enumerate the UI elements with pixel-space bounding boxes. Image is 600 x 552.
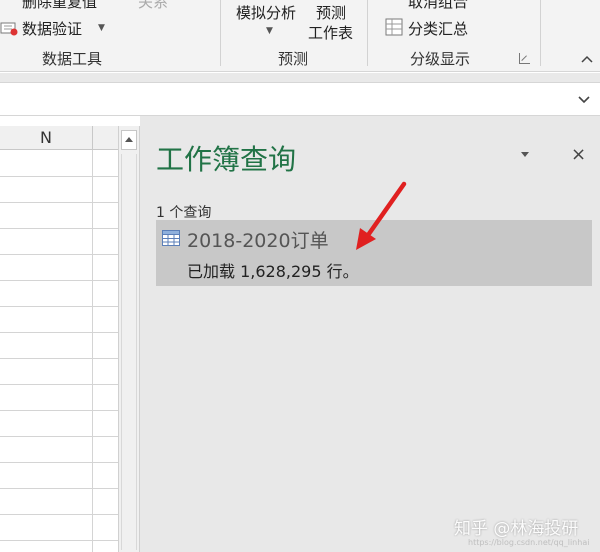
grid-line — [0, 514, 118, 515]
ribbon-gap — [0, 73, 600, 82]
outline-dialog-launcher-icon[interactable] — [519, 53, 530, 64]
grid-line — [0, 254, 118, 255]
grid-line — [0, 410, 118, 411]
forecast-group-label: 预测 — [278, 50, 309, 68]
what-if-analysis-button[interactable]: 模拟分析 — [236, 2, 296, 23]
grid-line — [0, 202, 118, 203]
grid-line — [0, 436, 118, 437]
vertical-scrollbar[interactable] — [118, 126, 140, 552]
data-tools-group-label: 数据工具 — [42, 50, 103, 68]
column-divider — [92, 126, 93, 150]
grid-line — [0, 358, 118, 359]
watermark-text: 知乎 @林海投研 — [454, 519, 579, 539]
relations-button[interactable]: 关系 — [138, 0, 168, 12]
workbook-queries-pane: 工作簿查询 × 1 个查询 2018-2020订单 已加载 1,628,295 … — [140, 116, 600, 552]
ribbon-separator — [540, 0, 541, 66]
grid-line — [0, 306, 118, 307]
subtotal-icon — [385, 18, 403, 36]
grid-line — [0, 176, 118, 177]
ribbon: 删除重复值 关系 数据验证 ▼ 数据工具 模拟分析 ▼ 预测 工作表 预测 取消… — [0, 0, 600, 72]
scrollbar-track[interactable] — [121, 154, 137, 550]
what-if-dropdown-icon[interactable]: ▼ — [266, 26, 273, 36]
data-validation-dropdown-icon[interactable]: ▼ — [98, 23, 105, 33]
formula-bar[interactable] — [0, 82, 600, 116]
ungroup-button[interactable]: 取消组合 — [408, 0, 468, 12]
grid-line — [0, 228, 118, 229]
subtotal-button[interactable]: 分类汇总 — [408, 18, 468, 39]
grid-line — [0, 488, 118, 489]
grid-line — [0, 384, 118, 385]
remove-duplicates-button[interactable]: 删除重复值 — [22, 0, 97, 12]
ribbon-separator — [220, 0, 221, 66]
red-arrow-annotation-icon — [356, 181, 407, 250]
grid-line — [0, 462, 118, 463]
collapse-ribbon-icon[interactable] — [580, 52, 594, 66]
data-validation-icon — [0, 22, 18, 36]
grid-line — [0, 540, 118, 541]
grid-line — [0, 280, 118, 281]
column-header-row: N — [0, 126, 118, 150]
worksheet-grid[interactable]: N — [0, 126, 118, 552]
expand-formula-bar-icon[interactable] — [576, 91, 592, 107]
column-header-n[interactable]: N — [0, 128, 92, 147]
grid-line — [92, 150, 93, 552]
ribbon-separator — [367, 0, 368, 66]
data-validation-button[interactable]: 数据验证 — [22, 18, 82, 39]
watermark-url: https://blog.csdn.net/qq_linhai — [468, 538, 590, 547]
forecast-sheet-button[interactable]: 预测 — [316, 2, 346, 23]
grid-line — [0, 332, 118, 333]
outline-group-label: 分级显示 — [410, 50, 471, 68]
forecast-sheet-button-line2[interactable]: 工作表 — [308, 22, 353, 43]
scroll-up-icon[interactable] — [121, 130, 137, 150]
